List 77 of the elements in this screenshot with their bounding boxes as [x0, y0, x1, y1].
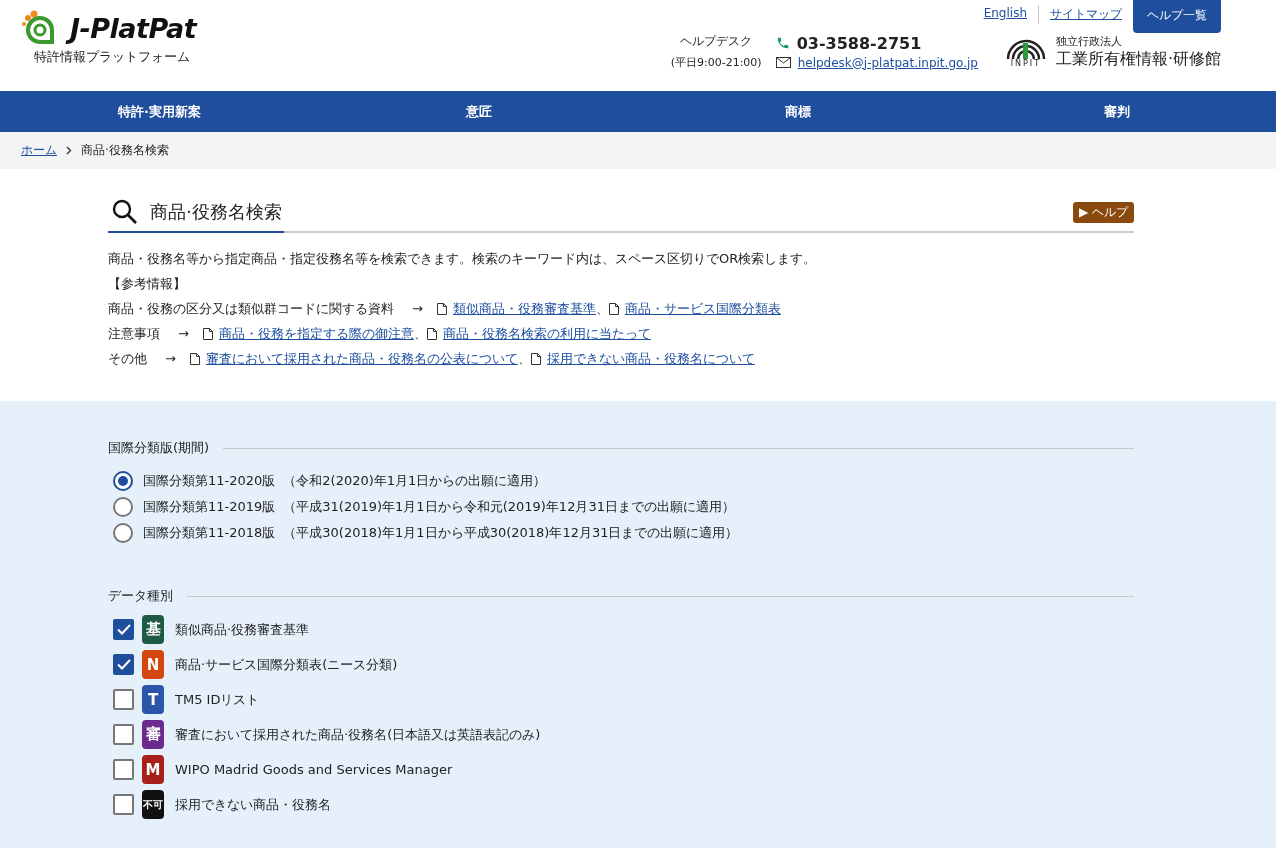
radio-button[interactable]	[113, 497, 133, 517]
search-icon	[112, 199, 138, 225]
checkbox-label: WIPO Madrid Goods and Services Manager	[175, 762, 453, 777]
data-type-badge: 不可	[142, 790, 164, 819]
email-link[interactable]: helpdesk@j-platpat.inpit.go.jp	[797, 55, 978, 70]
checkbox-label: 商品·サービス国際分類表(ニース分類)	[175, 655, 398, 674]
checkmark-icon	[116, 659, 131, 670]
separator-text: 、	[413, 325, 427, 343]
arrow-text: →	[165, 350, 176, 368]
reference-link[interactable]: 採用できない商品・役務名について	[546, 346, 755, 371]
document-icon	[202, 327, 213, 340]
arrow-text: →	[178, 325, 189, 343]
phone-number: 03-3588-2751	[796, 33, 922, 53]
separator-text: 、	[595, 300, 609, 318]
document-icon	[426, 327, 437, 340]
checkbox-label: 採用できない商品・役務名	[175, 795, 331, 814]
breadcrumb-link[interactable]: ホーム	[21, 142, 57, 159]
data-type-badge: T	[142, 685, 164, 714]
checkbox[interactable]	[113, 759, 134, 780]
checkbox-label: 類似商品·役務審査基準	[175, 620, 310, 639]
checkbox-label: 審査において採用された商品·役務名(日本語又は英語表記のみ)	[175, 725, 541, 744]
helpdesk-hours: (平日9:00-21:00)	[670, 55, 762, 70]
phone-icon	[775, 36, 790, 50]
nav-item[interactable]: 商標	[638, 91, 957, 132]
logo-subtitle: 特許情報プラットフォーム	[34, 48, 191, 66]
reference-link[interactable]: 類似商品・役務審査基準	[452, 296, 596, 321]
document-icon	[608, 302, 619, 315]
breadcrumb-current: 商品·役務名検索	[81, 142, 169, 159]
reference-label: 注意事項	[108, 325, 160, 343]
data-type-badge: M	[142, 755, 164, 784]
reference-link[interactable]: 商品・サービス国際分類表	[624, 296, 781, 321]
section-legend: データ種別	[108, 587, 173, 605]
help-button[interactable]: ▶ ヘルプ	[1072, 201, 1134, 223]
period-text: （令和2(2020)年1月1日からの出願に適用）	[283, 472, 547, 490]
radio-label: 国際分類第11-2019版	[143, 498, 276, 516]
checkbox[interactable]	[113, 619, 134, 640]
checkmark-icon	[116, 624, 131, 635]
reference-label: 商品・役務の区分又は類似群コードに関する資料	[108, 300, 394, 318]
data-type-badge: 基	[142, 615, 164, 644]
reference-heading: 【参考情報】	[108, 275, 187, 293]
org-name: 工業所有権情報·研修館	[1055, 48, 1221, 70]
radio-label: 国際分類第11-2020版	[143, 472, 276, 490]
inpit-logo-text: INPIT	[1010, 59, 1042, 68]
header-link[interactable]: English	[972, 0, 1038, 20]
description-text: 商品・役務名等から指定商品・指定役務名等を検索できます。検索のキーワード内は、スペース区切りでOR検索します。	[108, 250, 818, 268]
checkbox[interactable]	[113, 654, 134, 675]
radio-button[interactable]	[113, 471, 133, 491]
nav-item[interactable]: 審判	[957, 91, 1276, 132]
reference-link[interactable]: 商品・役務名検索の利用に当たって	[442, 321, 651, 346]
page-title: 商品·役務名検索	[150, 200, 282, 224]
reference-link[interactable]: 審査において採用された商品・役務名の公表について	[205, 346, 518, 371]
section-legend: 国際分類版(期間)	[108, 439, 210, 457]
separator-text: 、	[517, 350, 531, 368]
data-type-badge: N	[142, 650, 164, 679]
reference-link[interactable]: 商品・役務を指定する際の御注意	[218, 321, 414, 346]
org-type: 独立行政法人	[1055, 33, 1123, 49]
checkbox[interactable]	[113, 689, 134, 710]
data-type-badge: 審	[142, 720, 164, 749]
help-list-button[interactable]: ヘルプ一覧	[1133, 0, 1221, 33]
chevron-icon	[66, 146, 72, 155]
radio-label: 国際分類第11-2018版	[143, 524, 276, 542]
period-text: （平成31(2019)年1月1日から令和元(2019)年12月31日までの出願に適用）	[283, 498, 735, 516]
document-icon	[189, 352, 200, 365]
nav-item[interactable]: 意匠	[319, 91, 638, 132]
radio-button[interactable]	[113, 523, 133, 543]
checkbox[interactable]	[113, 794, 134, 815]
period-text: （平成30(2018)年1月1日から平成30(2018)年12月31日までの出願に適用）	[283, 524, 739, 542]
nav-item[interactable]: 特許·実用新案	[0, 91, 319, 132]
arrow-text: →	[412, 300, 423, 318]
reference-label: その他	[108, 350, 147, 368]
helpdesk-label: ヘルプデスク	[680, 33, 753, 50]
document-icon	[530, 352, 541, 365]
checkbox[interactable]	[113, 724, 134, 745]
document-icon	[436, 302, 447, 315]
mail-icon	[775, 57, 791, 68]
checkbox-label: TM5 IDリスト	[175, 690, 260, 709]
logo-text: J-PlatPat	[64, 12, 205, 46]
